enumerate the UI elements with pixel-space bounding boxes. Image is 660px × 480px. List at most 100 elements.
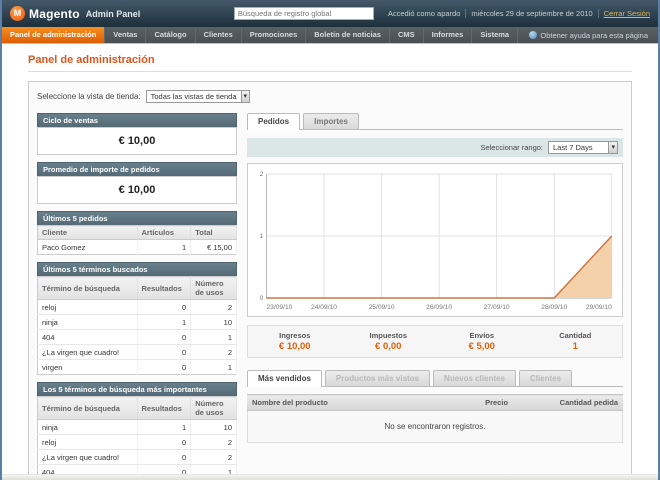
table-cell: reloj	[37, 434, 138, 450]
last-orders-card: Últimos 5 pedidos Cliente Artículos Tota…	[37, 211, 237, 255]
svg-text:27/09/10: 27/09/10	[484, 304, 510, 311]
tab-nuevos-clientes[interactable]: Nuevos clientes	[433, 370, 516, 386]
nav-item-catalogo[interactable]: Catálogo	[146, 27, 196, 43]
orders-chart: 0 1 2 23/09/10 24/09/10 25/09/10 26/09/10 27/09…	[247, 163, 623, 317]
table-cell: 2	[190, 299, 237, 315]
chart-tabs: Pedidos Importes	[247, 113, 623, 130]
nav-item-boletin[interactable]: Boletín de noticias	[306, 27, 390, 43]
table-cell: 1	[137, 419, 192, 435]
help-link[interactable]: Obtener ayuda para esta página	[519, 27, 658, 43]
column-header: Resultados	[137, 276, 192, 300]
svg-text:28/09/10: 28/09/10	[541, 304, 567, 311]
column-header: Total	[190, 225, 237, 240]
svg-text:24/09/10: 24/09/10	[311, 304, 337, 311]
header-user-info: Accedió como apardo miércoles 29 de sept…	[388, 9, 650, 18]
store-view-label: Seleccione la vista de tienda:	[37, 92, 141, 101]
table-cell: 404	[37, 464, 138, 474]
svg-text:0: 0	[260, 295, 264, 302]
magento-logo-icon: M	[10, 6, 25, 21]
column-header: Cliente	[37, 225, 138, 240]
table-cell: 0	[137, 359, 192, 375]
table-row: ¿La virgen que cuadro! 0 2	[37, 344, 237, 360]
admin-page: M Magento Admin Panel Accedió como apard…	[0, 0, 660, 480]
store-view-select[interactable]: Todas las vistas de tienda ▾	[145, 90, 251, 103]
nav-item-cms[interactable]: CMS	[390, 27, 424, 43]
card-title: Últimos 5 pedidos	[37, 211, 237, 225]
table-row: 404 0 1	[37, 464, 237, 474]
last-search-table: Término de búsqueda Resultados Número de…	[37, 276, 237, 375]
totals-row: Ingresos € 10,00 Impuestos € 0,00 Envíos…	[247, 325, 623, 358]
table-cell: 1	[137, 239, 192, 255]
tab-importes[interactable]: Importes	[303, 113, 359, 129]
table-row: ninja 1 10	[37, 419, 237, 435]
logout-link[interactable]: Cerrar Sesión	[604, 9, 650, 18]
average-orders-card: Promedio de importe de pedidos € 10,00	[37, 162, 237, 204]
divider	[597, 9, 599, 18]
column-header: Término de búsqueda	[37, 396, 138, 420]
column-header: Número de usos	[190, 396, 237, 420]
main-nav: Panel de administración Ventas Catálogo …	[2, 27, 658, 44]
table-cell: 0	[137, 299, 192, 315]
table-cell: 1	[137, 314, 192, 330]
page-title: Panel de administración	[28, 54, 632, 72]
table-cell: 0	[137, 434, 192, 450]
svg-text:29/09/10: 29/09/10	[586, 304, 612, 311]
stat-ingresos: Ingresos € 10,00	[278, 331, 311, 352]
last-search-card: Últimos 5 términos buscados Término de b…	[37, 262, 237, 375]
range-select[interactable]: Last 7 Days ▾	[548, 141, 618, 154]
column-header: Precio	[480, 394, 552, 411]
card-title: Los 5 términos de búsqueda más important…	[37, 382, 237, 396]
table-row: Paco Gomez 1 € 15,00	[37, 239, 237, 255]
lifetime-sales-card: Ciclo de ventas € 10,00	[37, 113, 237, 155]
current-date: miércoles 29 de septiembre de 2010	[471, 9, 593, 18]
nav-item-informes[interactable]: Informes	[424, 27, 473, 43]
dashboard-main-panel: Pedidos Importes Seleccionar rango: Last…	[247, 113, 623, 443]
svg-text:26/09/10: 26/09/10	[426, 304, 452, 311]
table-cell: 0	[137, 344, 192, 360]
range-label: Seleccionar rango:	[480, 143, 543, 152]
table-cell: 0	[137, 329, 192, 345]
table-cell: ¿La virgen que cuadro!	[37, 344, 138, 360]
column-header: Cantidad pedida	[551, 394, 623, 411]
tab-productos-mas-vistos[interactable]: Productos más vistos	[324, 370, 431, 386]
table-cell: Paco Gomez	[37, 239, 138, 255]
table-cell: 2	[190, 449, 237, 465]
dashboard-container: Seleccione la vista de tienda: Todas las…	[28, 81, 632, 474]
tab-pedidos[interactable]: Pedidos	[247, 113, 301, 130]
average-orders-value: € 10,00	[37, 176, 237, 204]
column-header: Resultados	[137, 396, 192, 420]
range-bar: Seleccionar rango: Last 7 Days ▾	[247, 138, 623, 157]
card-title: Ciclo de ventas	[37, 113, 237, 127]
stat-impuestos: Impuestos € 0,00	[369, 331, 407, 352]
sidebar: Ciclo de ventas € 10,00 Promedio de impo…	[37, 113, 237, 474]
stat-envios: Envíos € 5,00	[468, 331, 495, 352]
column-header: Número de usos	[190, 276, 237, 300]
card-title: Últimos 5 términos buscados	[37, 262, 237, 276]
magento-logo: M Magento Admin Panel	[10, 6, 140, 21]
store-view-row: Seleccione la vista de tienda: Todas las…	[37, 90, 623, 103]
logo-title: Magento	[29, 6, 80, 21]
table-row: virgen 0 1	[37, 359, 237, 375]
nav-item-clientes[interactable]: Clientes	[196, 27, 242, 43]
tab-mas-vendidos[interactable]: Más vendidos	[247, 370, 322, 387]
chevron-down-icon: ▾	[608, 142, 617, 153]
chevron-down-icon: ▾	[240, 91, 250, 102]
table-cell: 0	[137, 464, 192, 474]
nav-item-ventas[interactable]: Ventas	[105, 27, 147, 43]
app-header: M Magento Admin Panel Accedió como apard…	[2, 0, 658, 27]
global-search-input[interactable]	[233, 7, 374, 20]
nav-item-dashboard[interactable]: Panel de administración	[2, 27, 106, 43]
table-cell: 0	[137, 449, 192, 465]
svg-text:2: 2	[260, 171, 264, 178]
table-cell: 2	[190, 434, 237, 450]
table-cell: 1	[190, 359, 237, 375]
main-content: Panel de administración Seleccione la vi…	[2, 44, 658, 474]
nav-item-sistema[interactable]: Sistema	[472, 27, 519, 43]
table-cell: ninja	[37, 314, 138, 330]
nav-item-promociones[interactable]: Promociones	[242, 27, 307, 43]
table-cell: 1	[190, 329, 237, 345]
table-cell: virgen	[37, 359, 138, 375]
tab-clientes[interactable]: Clientes	[518, 370, 573, 386]
table-row: ¿La virgen que cuadro! 0 2	[37, 449, 237, 465]
top-search-card: Los 5 términos de búsqueda más important…	[37, 382, 237, 474]
